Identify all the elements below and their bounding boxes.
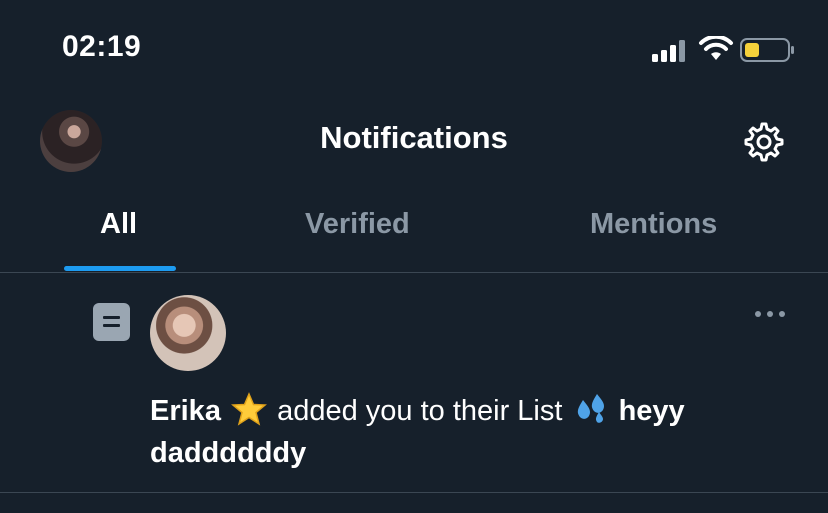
page-title: Notifications <box>320 120 508 155</box>
notification-user-name[interactable]: Erika <box>150 395 221 427</box>
active-tab-indicator <box>64 266 176 271</box>
divider <box>0 492 828 493</box>
sweat-droplets-emoji-icon <box>577 394 604 423</box>
notification-item[interactable]: Erika added you to their List heyy daddd… <box>0 273 828 493</box>
status-time: 02:19 <box>62 30 142 63</box>
notification-action: added you to their List <box>277 395 563 427</box>
wifi-icon <box>699 36 733 60</box>
tab-verified[interactable]: Verified <box>305 208 410 241</box>
notification-tabs: All Verified Mentions <box>0 190 828 272</box>
cellular-signal-icon <box>652 40 685 62</box>
notification-avatar[interactable] <box>150 295 226 371</box>
notification-text: Erika added you to their List heyy daddd… <box>150 390 770 474</box>
list-icon <box>93 303 130 341</box>
star-emoji-icon <box>231 392 267 426</box>
tab-all[interactable]: All <box>100 208 137 241</box>
tab-mentions[interactable]: Mentions <box>590 208 717 241</box>
battery-icon <box>740 38 794 62</box>
more-horizontal-icon[interactable] <box>754 309 786 319</box>
top-header: Notifications <box>0 100 828 180</box>
gear-icon[interactable] <box>742 120 786 164</box>
status-bar: 02:19 <box>0 0 828 100</box>
